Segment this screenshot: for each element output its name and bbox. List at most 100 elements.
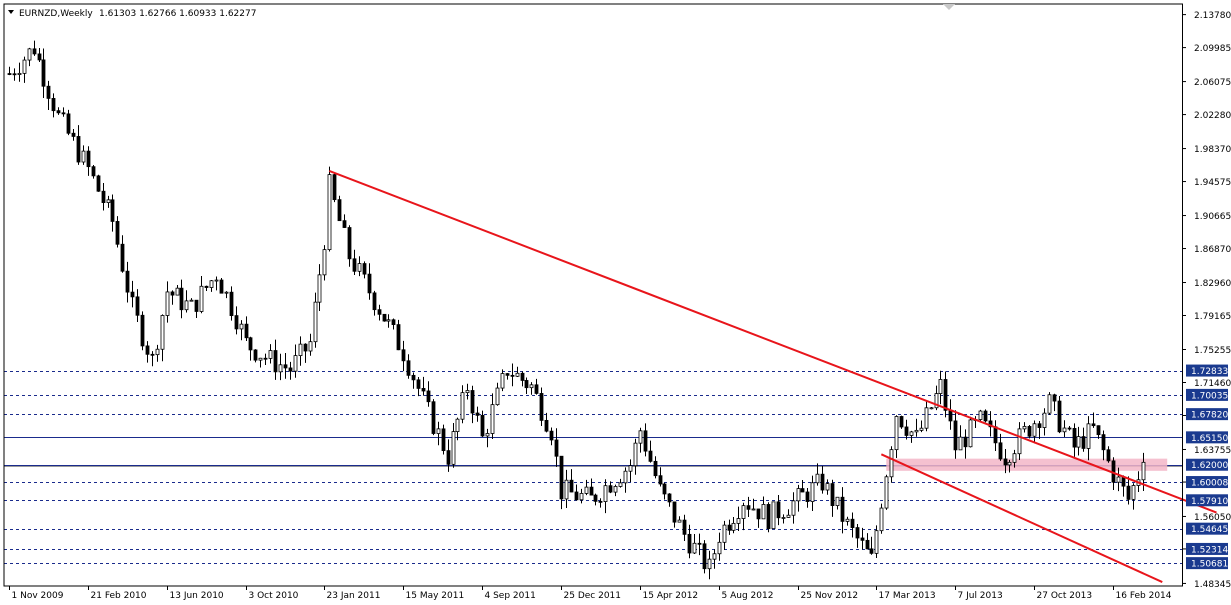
candle-bull [633, 442, 638, 467]
dropdown-triangle-icon[interactable] [8, 10, 14, 14]
candle-bear [865, 539, 870, 550]
candle-bull [810, 482, 815, 502]
candle-bull [451, 431, 456, 465]
candle-bull [929, 407, 934, 410]
candle-bear [140, 314, 145, 347]
x-tick-label: 17 Mar 2013 [879, 591, 936, 601]
level-label-text: 1.70035 [1191, 391, 1228, 401]
candle-bear [1106, 449, 1111, 462]
y-tick-label: 1.63755 [1194, 446, 1231, 456]
candle-bear [643, 430, 648, 452]
candle-bear [963, 436, 968, 448]
candle-bull [909, 431, 914, 436]
candle-bull [155, 348, 160, 356]
candle-bull [189, 299, 194, 302]
candle-bull [1131, 485, 1136, 500]
candle-bear [998, 442, 1003, 460]
candle-bull [786, 514, 791, 518]
candle-bear [219, 279, 224, 294]
candle-bear [672, 501, 677, 523]
candle-bear [66, 113, 71, 134]
candle-bear [135, 296, 140, 316]
candle-bull [815, 473, 820, 484]
candle-bear [332, 174, 337, 201]
candle-bull [938, 379, 943, 394]
level-label-text: 1.52314 [1191, 545, 1228, 555]
candle-bull [27, 48, 32, 61]
support-zone-rect [886, 458, 1168, 471]
candle-bear [337, 199, 342, 222]
candle-bull [165, 291, 170, 316]
candle-bear [426, 390, 431, 403]
candle-bear [534, 384, 539, 394]
candle-bear [86, 150, 91, 168]
y-tick-label: 1.56050 [1194, 513, 1231, 523]
candle-bear [41, 59, 46, 87]
candle-bull [1042, 412, 1047, 428]
candle-bull [894, 416, 899, 451]
candle-bull [914, 429, 919, 433]
candle-bear [589, 486, 594, 496]
candle-bear [510, 374, 515, 377]
candle-bear [194, 299, 199, 312]
candle-bear [342, 220, 347, 228]
level-label-text: 1.65150 [1191, 434, 1228, 444]
candle-bull [436, 428, 441, 434]
candle-bull [874, 530, 879, 554]
candle-bear [130, 291, 135, 298]
candle-bear [234, 315, 239, 330]
level-label-text: 1.60008 [1191, 479, 1228, 489]
candle-bull [717, 541, 722, 555]
x-tick-label: 25 Nov 2012 [801, 591, 859, 601]
chart-shift-marker-icon[interactable] [943, 4, 955, 10]
candle-bear [367, 273, 372, 294]
candle-bear [273, 350, 278, 373]
x-tick-label: 21 Feb 2010 [91, 591, 147, 601]
candle-bull [584, 486, 589, 494]
candle-bull [613, 486, 618, 493]
candle-bear [56, 110, 61, 114]
candle-bull [529, 384, 534, 389]
candle-bull [889, 449, 894, 478]
candle-bull [825, 483, 830, 491]
candle-bear [1091, 423, 1096, 427]
candle-bear [756, 508, 761, 520]
candle-bull [707, 558, 712, 570]
level-label-text: 1.67820 [1191, 411, 1228, 421]
candle-bear [441, 428, 446, 452]
candle-bear [727, 524, 732, 531]
candle-bull [455, 418, 460, 432]
candle-bear [7, 73, 12, 75]
candle-bear [37, 53, 42, 61]
time-axis: 1 Nov 2009 21 Feb 2010 13 Jun 2010 3 Oct 20… [9, 586, 1172, 601]
support-zone [886, 458, 1168, 471]
candle-bull [564, 479, 569, 500]
candle-bear [899, 416, 904, 428]
candle-bear [1101, 434, 1106, 451]
chart-svg[interactable]: 2.13780 2.09985 2.06075 2.02280 1.98370 1.945… [0, 0, 1231, 605]
candle-bear [248, 337, 253, 351]
candle-bull [919, 427, 924, 431]
candle-bull [199, 285, 204, 312]
chart-window[interactable]: 2.13780 2.09985 2.06075 2.02280 1.98370 1.945… [0, 0, 1231, 605]
candle-bear [110, 199, 115, 222]
candle-bull [214, 279, 219, 282]
candle-bull [17, 72, 22, 75]
candle-bear [697, 542, 702, 545]
candle-bull [209, 280, 214, 288]
candle-bull [160, 315, 165, 350]
x-tick-label: 16 Feb 2014 [1116, 591, 1172, 601]
candle-bear [253, 349, 258, 361]
candle-bear [51, 98, 56, 112]
candle-bear [406, 360, 411, 376]
candle-bear [554, 439, 559, 457]
level-label-text: 1.54645 [1191, 525, 1228, 535]
y-tick-label: 2.06075 [1194, 78, 1231, 88]
candle-bear [244, 323, 249, 339]
candle-bull [968, 419, 973, 448]
y-tick-label: 2.13780 [1194, 11, 1231, 21]
candle-bear [120, 243, 125, 272]
y-tick-label: 1.82960 [1194, 279, 1231, 289]
candle-bear [746, 505, 751, 510]
candle-bull [618, 482, 623, 487]
